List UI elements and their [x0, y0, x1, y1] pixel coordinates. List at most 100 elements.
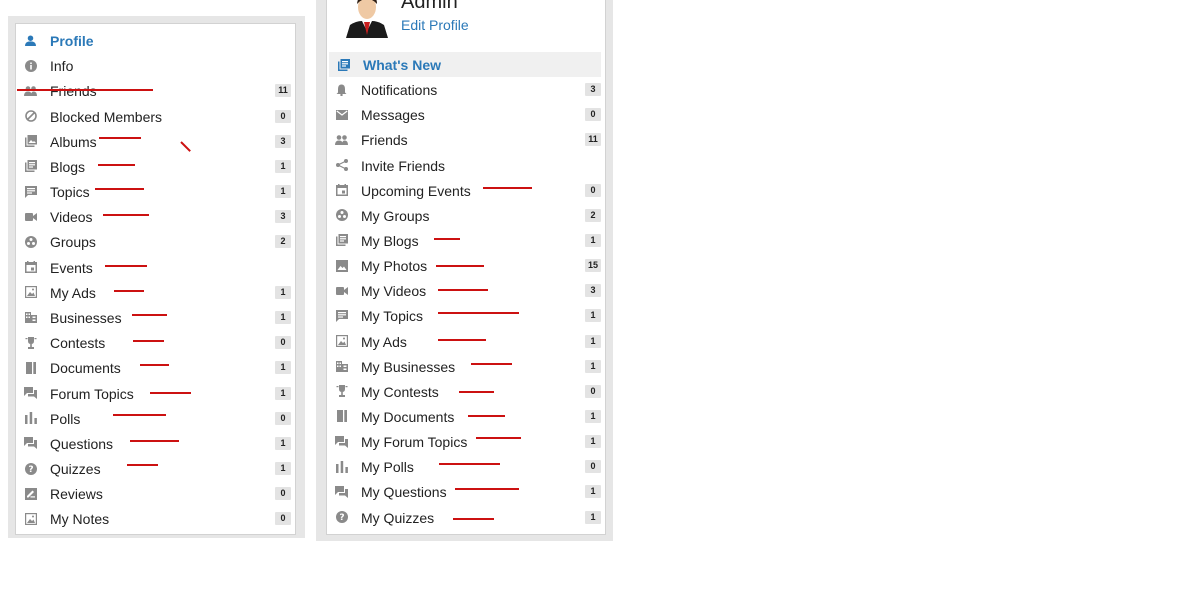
- annotation-stroke: [105, 265, 147, 267]
- count-badge: 3: [275, 210, 291, 224]
- menu-item-contests[interactable]: Contests 0: [16, 330, 295, 355]
- poll-icon: [335, 460, 348, 473]
- menu-item-label: Upcoming Events: [361, 182, 471, 199]
- menu-item-label: Friends: [50, 83, 97, 100]
- count-badge: 15: [584, 259, 601, 273]
- menu-item-videos[interactable]: Videos 3: [16, 204, 295, 229]
- count-badge: 1: [275, 310, 291, 324]
- menu-item-profile[interactable]: Profile: [16, 28, 295, 53]
- count-badge: 1: [275, 185, 291, 199]
- annotation-stroke: [434, 238, 460, 240]
- menu-item-my-notes[interactable]: My Notes 0: [16, 506, 295, 531]
- menu-item-label: Friends: [361, 132, 408, 149]
- menu-item-events[interactable]: Events: [16, 255, 295, 280]
- menu-item-label: Questions: [50, 435, 114, 452]
- info-icon: [24, 59, 37, 72]
- menu-item-label: My Ads: [50, 284, 96, 301]
- user-menu-panel: Admin Edit Profile What's New Notificatio…: [326, 0, 606, 535]
- annotation-stroke: [130, 440, 179, 442]
- menu-item-quizzes[interactable]: ? Quizzes 1: [16, 456, 295, 481]
- quiz-icon: ?: [335, 511, 348, 524]
- menu-item-my-topics[interactable]: My Topics 1: [327, 303, 605, 328]
- menu-item-my-ads[interactable]: My Ads 1: [16, 280, 295, 305]
- annotation-stroke: [438, 312, 519, 314]
- menu-item-label: My Documents: [361, 408, 455, 425]
- review-icon: [24, 487, 37, 500]
- menu-item-my-ads[interactable]: My Ads 1: [327, 329, 605, 354]
- menu-item-questions[interactable]: Questions 1: [16, 431, 295, 456]
- topic-icon: [24, 185, 37, 198]
- menu-item-label: My Notes: [50, 511, 110, 528]
- menu-item-label: My Questions: [361, 484, 447, 501]
- menu-item-label: What's New: [363, 57, 442, 73]
- business-icon: [24, 311, 37, 324]
- menu-item-label: Info: [50, 58, 74, 75]
- menu-item-info[interactable]: Info: [16, 53, 295, 78]
- avatar[interactable]: [342, 0, 392, 38]
- annotation-stroke: [436, 265, 484, 267]
- count-badge: 1: [275, 462, 291, 476]
- svg-text:?: ?: [339, 513, 344, 523]
- count-badge: 1: [275, 436, 291, 450]
- block-icon: [24, 110, 37, 123]
- menu-item-notifications[interactable]: Notifications 3: [327, 77, 605, 102]
- document-icon: [335, 410, 348, 423]
- menu-item-label: Documents: [50, 360, 121, 377]
- menu-item-friends[interactable]: Friends 11: [327, 127, 605, 152]
- menu-item-upcoming-events[interactable]: Upcoming Events 0: [327, 178, 605, 203]
- annotation-stroke: [127, 464, 158, 466]
- menu-item-my-forum-topics[interactable]: My Forum Topics 1: [327, 429, 605, 454]
- menu-item-invite-friends[interactable]: Invite Friends: [327, 153, 605, 178]
- menu-item-topics[interactable]: Topics 1: [16, 179, 295, 204]
- menu-item-groups[interactable]: Groups 2: [16, 229, 295, 254]
- menu-item-blocked-members[interactable]: Blocked Members 0: [16, 104, 295, 129]
- menu-item-my-blogs[interactable]: My Blogs 1: [327, 228, 605, 253]
- menu-item-label: Invite Friends: [361, 157, 446, 174]
- groups-icon: [335, 209, 348, 222]
- quiz-icon: ?: [24, 462, 37, 475]
- annotation-stroke: [17, 89, 153, 91]
- menu-item-label: Contests: [50, 335, 106, 352]
- edit-profile-link[interactable]: Edit Profile: [401, 17, 469, 33]
- menu-item-businesses[interactable]: Businesses 1: [16, 305, 295, 330]
- menu-item-my-businesses[interactable]: My Businesses 1: [327, 354, 605, 379]
- menu-item-my-polls[interactable]: My Polls 0: [327, 454, 605, 479]
- menu-item-label: Businesses: [50, 309, 122, 326]
- count-badge: 0: [585, 108, 601, 122]
- menu-item-label: Events: [50, 259, 93, 276]
- menu-item-my-groups[interactable]: My Groups 2: [327, 203, 605, 228]
- menu-item-label: My Groups: [361, 207, 430, 224]
- share-icon: [335, 159, 348, 172]
- menu-item-my-documents[interactable]: My Documents 1: [327, 404, 605, 429]
- annotation-stroke: [132, 314, 167, 316]
- annotation-stroke: [459, 391, 494, 393]
- menu-item-label: Notifications: [361, 82, 438, 99]
- menu-item-label: My Ads: [361, 333, 407, 350]
- menu-item-albums[interactable]: Albums 3: [16, 129, 295, 154]
- annotation-stroke: [114, 290, 144, 292]
- menu-item-messages[interactable]: Messages 0: [327, 102, 605, 127]
- menu-item-label: Reviews: [50, 486, 103, 503]
- annotation-stroke: [468, 415, 505, 417]
- annotation-stroke: [438, 339, 486, 341]
- svg-text:?: ?: [28, 465, 33, 475]
- menu-item-my-questions[interactable]: My Questions 1: [327, 479, 605, 504]
- annotation-stroke: [133, 340, 164, 342]
- menu-item-reviews[interactable]: Reviews 0: [16, 481, 295, 506]
- ads-icon: [24, 286, 37, 299]
- menu-item-label: Profile: [50, 33, 94, 49]
- menu-item-polls[interactable]: Polls 0: [16, 406, 295, 431]
- menu-item-blogs[interactable]: Blogs 1: [16, 154, 295, 179]
- photo-album-icon: [24, 135, 37, 148]
- calendar-icon: [335, 184, 348, 197]
- photo-icon: [335, 259, 348, 272]
- mail-icon: [335, 108, 348, 121]
- count-badge: 1: [585, 359, 601, 373]
- menu-item-documents[interactable]: Documents 1: [16, 355, 295, 380]
- menu-item-what-s-new[interactable]: What's New: [329, 52, 601, 77]
- notes-icon: [24, 512, 37, 525]
- menu-item-label: Albums: [50, 133, 97, 150]
- question-forum-icon: [335, 485, 348, 498]
- count-badge: 2: [275, 235, 291, 249]
- trophy-icon: [24, 336, 37, 349]
